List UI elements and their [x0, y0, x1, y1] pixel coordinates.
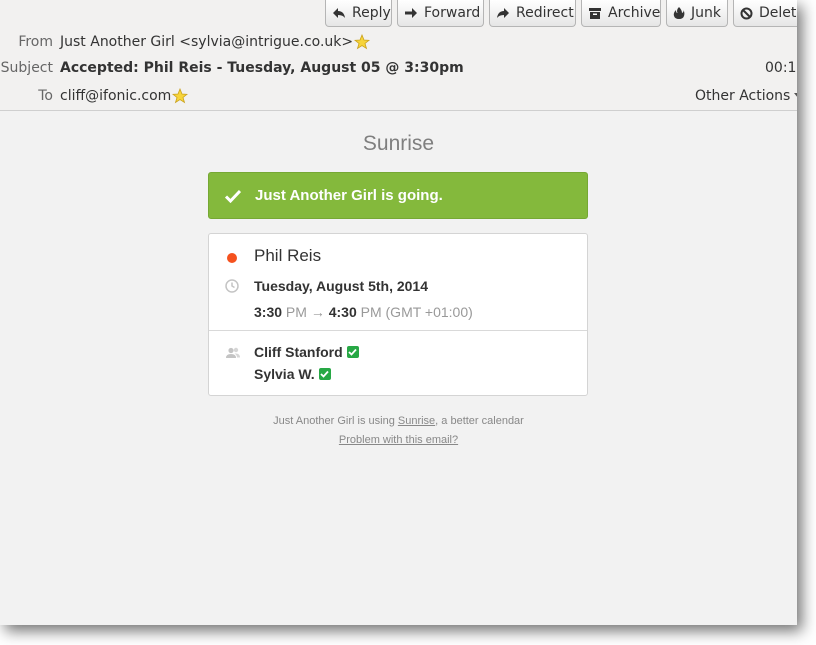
start-ampm: PM [285, 304, 307, 320]
footer-problem: Problem with this email? [0, 434, 797, 446]
status-banner: Just Another Girl is going. [208, 172, 588, 219]
event-time: 3:30 PM → 4:30 PM (GMT +01:00) [254, 304, 473, 320]
event-date: Tuesday, August 5th, 2014 [254, 278, 429, 294]
subject-row: Subject Accepted: Phil Reis - Tuesday, A… [0, 57, 797, 79]
from-address[interactable]: Just Another Girl <sylvia@intrigue.co.uk… [60, 34, 353, 50]
accepted-check-icon [318, 368, 331, 380]
subject-value: Accepted: Phil Reis - Tuesday, August 05… [60, 60, 464, 76]
junk-button[interactable]: Junk [666, 0, 728, 27]
other-actions-menu[interactable]: Other Actions [695, 88, 797, 104]
delete-label: Delete [759, 5, 797, 21]
redirect-icon [496, 6, 510, 20]
forward-label: Forward [424, 5, 481, 21]
footer-note: Just Another Girl is using Sunrise, a be… [0, 415, 797, 427]
attendee-item: Cliff Stanford [254, 344, 359, 360]
reply-label: Reply [352, 5, 391, 21]
message-time: 00:18 [765, 60, 797, 76]
people-icon [225, 346, 241, 358]
from-row: From Just Another Girl <sylvia@intrigue.… [0, 31, 797, 53]
message-header: Reply Forward Redirect Archive Junk Dele… [0, 0, 797, 111]
time-arrow: → [310, 304, 325, 320]
redirect-button[interactable]: Redirect [489, 0, 576, 27]
to-address[interactable]: cliff@ifonic.com [60, 88, 171, 104]
reply-button[interactable]: Reply [325, 0, 392, 27]
to-label: To [38, 88, 53, 104]
sunrise-link[interactable]: Sunrise [398, 415, 435, 427]
attendee-name: Cliff Stanford [254, 344, 343, 360]
reply-icon [332, 6, 346, 20]
star-icon[interactable] [354, 33, 371, 50]
archive-icon [588, 6, 602, 20]
problem-link[interactable]: Problem with this email? [339, 434, 458, 446]
forward-arrow-icon [404, 6, 418, 20]
chevron-down-icon [794, 93, 797, 99]
calendar-name: Sunrise [362, 132, 435, 155]
delete-button[interactable]: Delete [733, 0, 797, 27]
end-time: 4:30 [328, 304, 357, 320]
archive-button[interactable]: Archive [581, 0, 661, 27]
checkmark-icon [224, 189, 242, 203]
timezone: (GMT +01:00) [385, 304, 473, 320]
status-banner-text: Just Another Girl is going. [255, 187, 443, 204]
event-color-dot [227, 253, 237, 263]
to-row: To cliff@ifonic.com Other Actions [0, 85, 797, 107]
event-title: Phil Reis [254, 246, 322, 265]
event-card: Phil Reis Tuesday, August 5th, 2014 3:30… [208, 233, 588, 396]
flame-icon [673, 6, 685, 20]
subject-label: Subject [0, 60, 53, 76]
redirect-label: Redirect [516, 5, 574, 21]
archive-label: Archive [608, 5, 661, 21]
footer-suffix: , a better calendar [435, 415, 524, 427]
no-entry-icon [740, 6, 753, 20]
clock-icon [225, 279, 239, 293]
from-value[interactable]: Just Another Girl <sylvia@intrigue.co.uk… [60, 33, 371, 50]
accepted-check-icon [346, 346, 359, 358]
attendee-name: Sylvia W. [254, 366, 315, 382]
footer-prefix: Just Another Girl is using [273, 415, 395, 427]
to-value[interactable]: cliff@ifonic.com [60, 87, 189, 104]
attendee-item: Sylvia W. [254, 366, 331, 382]
card-divider [209, 330, 587, 331]
mail-window: Reply Forward Redirect Archive Junk Dele… [0, 0, 797, 625]
message-body: Sunrise Just Another Girl is going. Phil… [0, 112, 797, 625]
from-label: From [18, 34, 53, 50]
other-actions-label: Other Actions [695, 88, 791, 104]
start-time: 3:30 [254, 304, 283, 320]
star-icon[interactable] [172, 87, 189, 104]
junk-label: Junk [691, 5, 721, 21]
end-ampm: PM [360, 304, 382, 320]
forward-button[interactable]: Forward [397, 0, 484, 27]
